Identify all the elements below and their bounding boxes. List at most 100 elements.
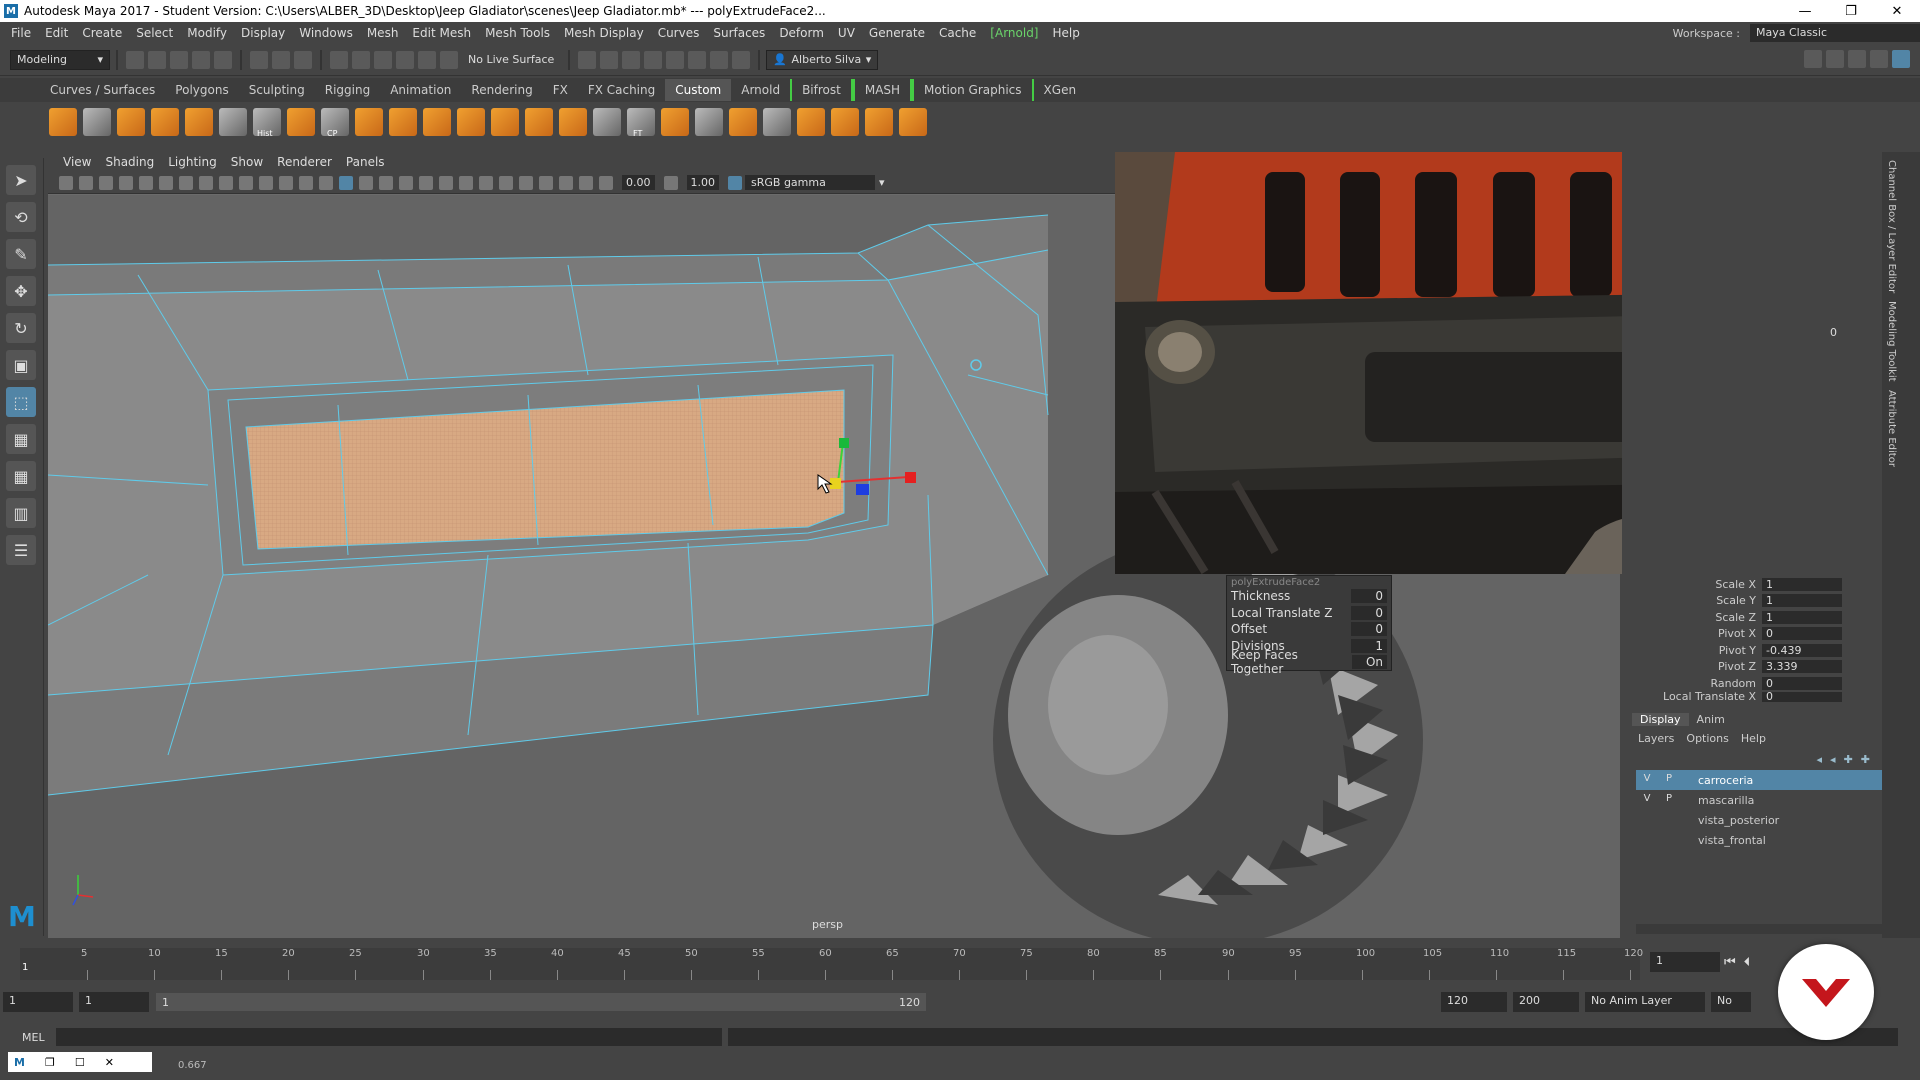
layer-row[interactable]: vista_frontal [1636,830,1882,850]
motion-blur-icon[interactable] [479,175,493,190]
shelf-tab-mash[interactable]: MASH [852,79,913,101]
shelf-tool-icon[interactable] [661,108,689,136]
channel-value[interactable]: 0 [1762,691,1842,702]
layer-menu-layers[interactable]: Layers [1632,732,1680,745]
safe-title-icon[interactable] [299,175,313,190]
snap-grid-icon[interactable] [330,50,348,69]
snap-point-icon[interactable] [374,50,392,69]
menu-surfaces[interactable]: Surfaces [706,26,772,40]
channel-row[interactable]: Random 0 [1622,675,1880,692]
shelf-tab-sculpting[interactable]: Sculpting [239,79,315,101]
bookmark-icon[interactable] [99,175,113,190]
modeling-toolkit-toggle-icon[interactable] [1804,50,1822,68]
ambient-occlusion-icon[interactable] [459,175,473,190]
light-editor-icon[interactable] [710,50,729,69]
layer-playback-toggle[interactable]: P [1661,793,1677,807]
shelf-tool-icon[interactable] [695,108,723,136]
channel-row[interactable]: Scale X 1 [1622,576,1880,593]
workspace-dropdown[interactable]: Maya Classic [1750,24,1920,42]
x-ray-joints-icon[interactable] [559,175,573,190]
menu-mesh-tools[interactable]: Mesh Tools [478,26,557,40]
layer-row[interactable]: V P carroceria [1636,770,1882,790]
channel-value[interactable]: 3.339 [1762,660,1842,674]
snap-surface-icon[interactable] [418,50,436,69]
redo-icon[interactable] [214,50,232,69]
menu-uv[interactable]: UV [831,26,862,40]
image-plane-icon[interactable] [119,175,133,190]
anti-aliasing-icon[interactable] [499,175,513,190]
shelf-tool-icon[interactable] [491,108,519,136]
channel-value[interactable]: 0 [1762,627,1842,641]
wireframe-on-shaded-icon[interactable] [379,175,393,190]
shelf-tool-icon[interactable] [287,108,315,136]
live-surface-label[interactable]: No Live Surface [468,53,554,66]
snap-curve-icon[interactable] [352,50,370,69]
shelf-tool-icon[interactable] [219,108,247,136]
lasso-tool-icon[interactable]: ⟲ [6,202,36,232]
new-scene-icon[interactable] [126,50,144,69]
2d-pan-icon[interactable] [139,175,153,190]
menu-mesh-display[interactable]: Mesh Display [557,26,651,40]
menu-file[interactable]: File [4,26,38,40]
select-component-icon[interactable] [294,50,312,69]
layer-playback-toggle[interactable] [1661,833,1677,847]
shelf-tab-bifrost[interactable]: Bifrost [790,79,853,101]
playback-start-field[interactable]: 1 [79,992,149,1012]
minimize-icon[interactable]: — [1782,0,1828,22]
layer-playback-toggle[interactable] [1661,813,1677,827]
render-frame-icon[interactable] [600,50,619,69]
shelf-tool-icon[interactable] [899,108,927,136]
field-chart-icon[interactable] [259,175,273,190]
create-empty-layer-icon[interactable]: ✚ [1844,753,1853,766]
channel-row[interactable]: Pivot X 0 [1622,626,1880,643]
shelf-tool-icon[interactable] [389,108,417,136]
channel-value[interactable]: 0 [1762,676,1842,690]
time-slider[interactable]: 1 5 10 15 20 25 30 35 40 45 50 55 60 65 70 75 80 85 90 95 1… [0,944,1920,984]
command-input[interactable] [56,1028,722,1046]
time-ruler[interactable]: 1 5 10 15 20 25 30 35 40 45 50 55 60 65 70 75 80 85 90 95 1… [20,948,1643,980]
menu-modify[interactable]: Modify [180,26,234,40]
two-view-icon[interactable]: ▥ [6,498,36,528]
menu-windows[interactable]: Windows [292,26,360,40]
scale-tool-icon[interactable]: ▣ [6,350,36,380]
step-back-icon[interactable]: ⏴ [1744,955,1751,970]
character-controls-toggle-icon[interactable] [1826,50,1844,68]
menu-arnold[interactable]: [Arnold] [983,26,1045,40]
shelf-tab-arnold[interactable]: Arnold [731,79,790,101]
animation-start-field[interactable]: 1 [3,992,73,1012]
menu-deform[interactable]: Deform [772,26,831,40]
shelf-tool-icon[interactable] [423,108,451,136]
viewport-menu-view[interactable]: View [56,155,98,169]
channel-value[interactable]: -0.439 [1762,643,1842,657]
shelf-tool-icon[interactable] [763,108,791,136]
menu-select[interactable]: Select [129,26,180,40]
close-icon[interactable]: ✕ [1874,0,1920,22]
shelf-tab-custom[interactable]: Custom [665,79,732,101]
go-to-start-icon[interactable]: ⏮ [1724,955,1736,970]
anim-layer-dropdown[interactable]: No Anim Layer [1585,992,1705,1012]
offset-field[interactable]: 0 [1351,622,1387,637]
shelf-tab-animation[interactable]: Animation [380,79,461,101]
gamma-icon[interactable] [663,175,678,190]
layer-playback-toggle[interactable]: P [1661,773,1677,787]
shelf-tool-icon[interactable] [525,108,553,136]
layer-row[interactable]: V P mascarilla [1636,790,1882,810]
shelf-tool-icon[interactable] [185,108,213,136]
channel-value[interactable]: 1 [1762,594,1842,608]
animation-end-field[interactable]: 200 [1513,992,1579,1012]
resolution-gate-icon[interactable] [219,175,233,190]
divisions-field[interactable]: 1 [1351,638,1387,653]
viewport-menu-show[interactable]: Show [224,155,270,169]
exposure-value[interactable]: 0.00 [622,175,655,190]
side-tab-attribute-editor[interactable]: Attribute Editor [1886,390,1897,467]
attribute-editor-toggle-icon[interactable] [1848,50,1866,68]
layer-menu-help[interactable]: Help [1735,732,1772,745]
four-view-icon[interactable]: ▦ [6,461,36,491]
shelf-tool-icon[interactable] [559,108,587,136]
viewport-menu-lighting[interactable]: Lighting [161,155,224,169]
gamma-value[interactable]: 1.00 [686,175,719,190]
shelf-tool-icon[interactable] [729,108,757,136]
shelf-tool-icon[interactable] [831,108,859,136]
grid-icon[interactable] [179,175,193,190]
snap-view-icon[interactable] [396,50,414,69]
